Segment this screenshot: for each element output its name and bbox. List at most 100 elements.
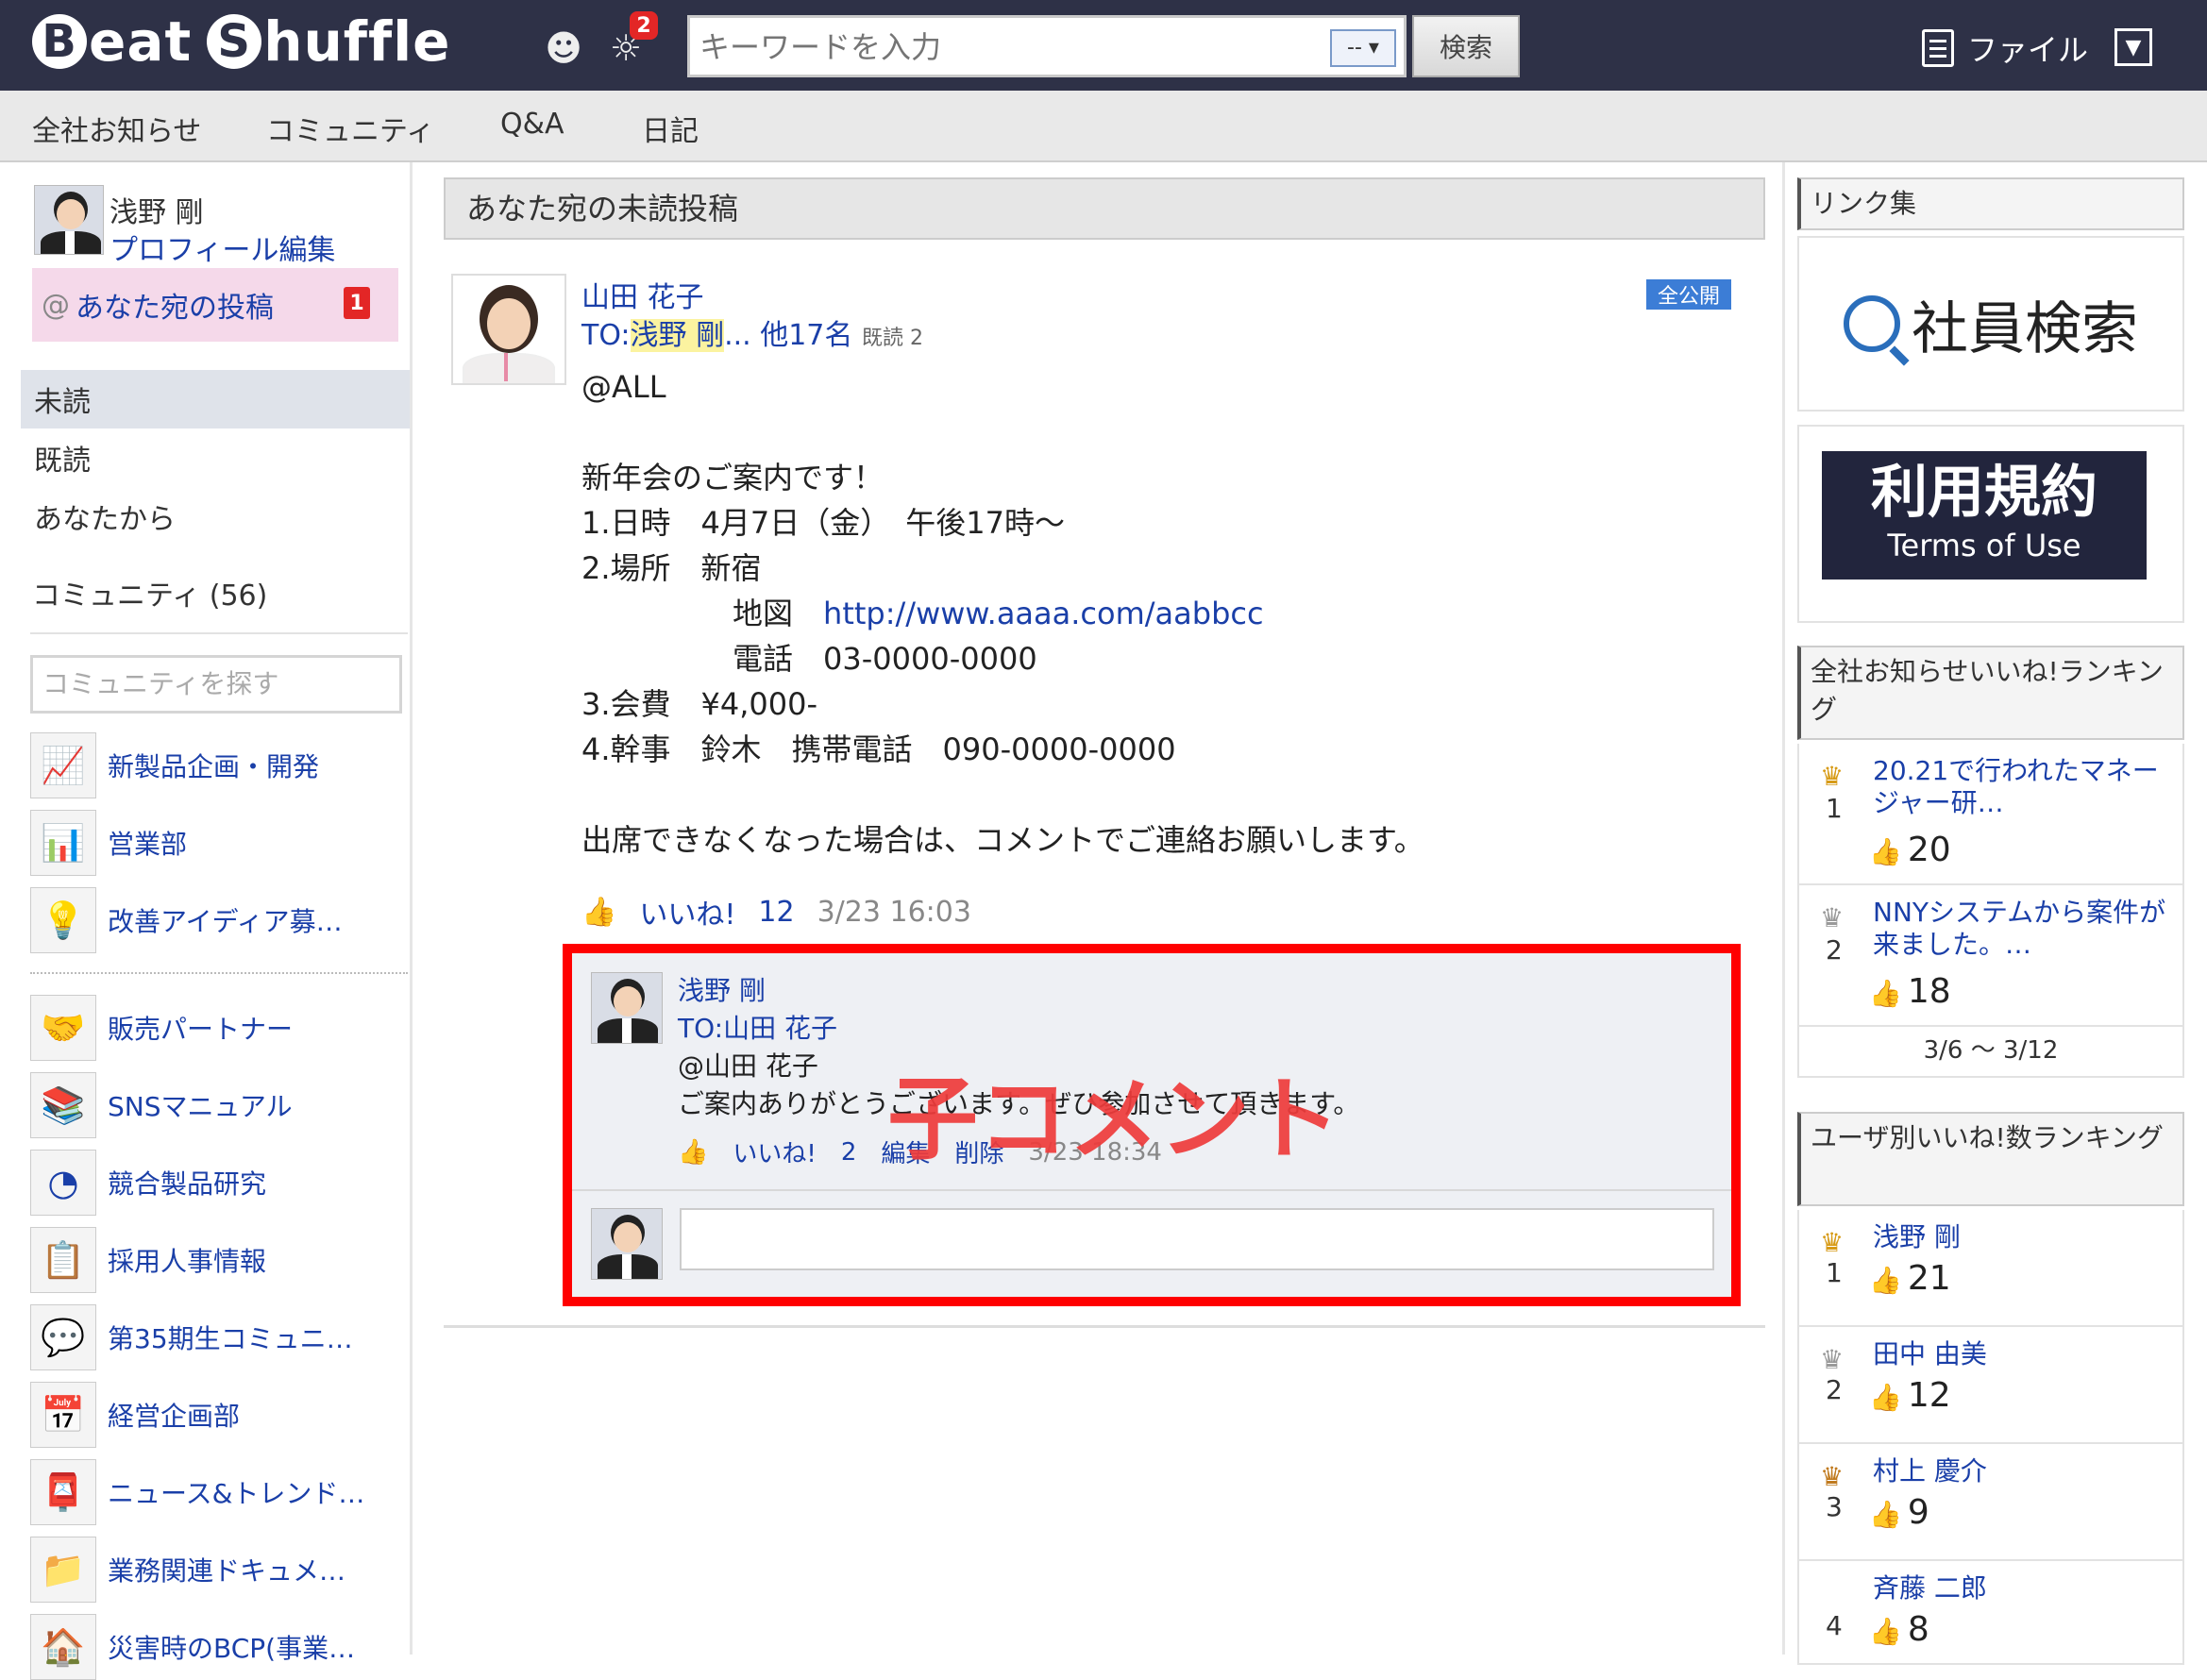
community-item[interactable]: 📮 ニュース&トレンド… xyxy=(30,1459,364,1525)
profile-edit-link[interactable]: プロフィール編集 xyxy=(110,227,335,268)
like-button[interactable]: いいね! xyxy=(639,891,735,932)
community-item[interactable]: 💬 第35期生コミュニ… xyxy=(30,1304,353,1370)
chevron-down-icon: ▼ xyxy=(2125,35,2142,59)
mentions-link[interactable]: @ あなた宛の投稿 1 xyxy=(32,268,398,342)
notification-badge: 2 xyxy=(630,11,658,40)
right-separator xyxy=(1782,162,1785,1655)
more-recipients-link[interactable]: ... 他17名 xyxy=(724,319,852,352)
ranking-title-link[interactable]: 20.21で行われたマネージャー研… xyxy=(1873,755,2175,819)
top-bar: BeatShuffle ☻ ☼ 2 -- ▾ 検索 ファイル ▼ xyxy=(0,0,2207,91)
rank-number: 1 xyxy=(1826,793,1843,824)
comment-recipient[interactable]: TO:山田 花子 xyxy=(678,1008,837,1046)
file-icon xyxy=(1922,29,1954,67)
employee-search-banner[interactable]: 社員検索 xyxy=(1797,236,2184,412)
reply-input[interactable] xyxy=(680,1208,1714,1270)
filter-read[interactable]: 既読 xyxy=(21,428,410,487)
community-item[interactable]: 📋 採用人事情報 xyxy=(30,1227,266,1293)
nav-item-announcements[interactable]: 全社お知らせ xyxy=(32,108,201,149)
notice-ranking-title: 全社お知らせいいね!ランキング xyxy=(1797,646,2184,740)
search-button[interactable]: 検索 xyxy=(1412,15,1520,77)
post-line: @ALL xyxy=(581,369,666,405)
ranking-likes: 👍 8 xyxy=(1869,1610,1929,1649)
users-icon[interactable]: ☻ xyxy=(542,26,585,70)
community-item[interactable]: 📈 新製品企画・開発 xyxy=(30,732,319,798)
community-item[interactable]: 🏠 災害時のBCP(事業… xyxy=(30,1614,355,1680)
post-line: 2.場所 新宿 xyxy=(581,550,762,586)
filter-unread[interactable]: 未読 xyxy=(21,370,410,428)
search-input[interactable] xyxy=(699,27,1247,67)
post-recipients: TO:浅野 剛... 他17名 既読 2 xyxy=(581,311,923,353)
handshake-icon: 🤝 xyxy=(30,995,96,1061)
profile-name[interactable]: 浅野 剛 xyxy=(110,189,204,230)
community-name: 災害時のBCP(事業… xyxy=(108,1633,356,1664)
avatar[interactable] xyxy=(34,185,104,255)
mentions-label: あなた宛の投稿 xyxy=(76,292,274,325)
rank-number: 3 xyxy=(1826,1491,1843,1522)
like-count[interactable]: 12 xyxy=(758,896,794,929)
community-item[interactable]: 📚 SNSマニュアル xyxy=(30,1072,293,1138)
comment-like-button[interactable]: いいね! xyxy=(733,1134,816,1169)
ranking-item: ♛ 1 20.21で行われたマネージャー研… 👍 20 xyxy=(1797,744,2184,885)
thumbs-up-icon: 👍 xyxy=(1869,1499,1902,1530)
mentions-badge: 1 xyxy=(344,287,370,319)
terms-banner-box: 利用規約 Terms of Use xyxy=(1797,425,2184,623)
rank-number: 2 xyxy=(1826,1374,1843,1405)
filter-from-you[interactable]: あなたから xyxy=(21,487,410,546)
thumbs-up-icon: 👍 xyxy=(678,1137,709,1167)
comment-like-count[interactable]: 2 xyxy=(841,1138,857,1167)
community-name: 採用人事情報 xyxy=(108,1246,267,1277)
post-body: @ALL 新年会のご案内です！ 1.日時 4月7日（金） 午後17時〜 2.場所… xyxy=(581,364,1424,863)
map-link[interactable]: http://www.aaaa.com/aabbcc xyxy=(823,596,1264,631)
community-item[interactable]: 🤝 販売パートナー xyxy=(30,995,293,1061)
likes-value: 18 xyxy=(1907,972,1951,1011)
avatar[interactable] xyxy=(591,972,663,1044)
comment-author[interactable]: 浅野 剛 xyxy=(678,970,766,1008)
search-scope-select[interactable]: -- ▾ xyxy=(1330,29,1396,67)
ranking-title-link[interactable]: NNYシステムから案件が来ました。… xyxy=(1873,897,2175,961)
post-timestamp: 3/23 16:03 xyxy=(817,895,971,929)
app-logo[interactable]: Beat Shuffle xyxy=(32,9,450,74)
thumbs-up-icon: 👍 xyxy=(1869,1382,1902,1413)
community-item[interactable]: ◔ 競合製品研究 xyxy=(30,1150,266,1216)
crown-icon: ♛ xyxy=(1820,1227,1845,1258)
community-item[interactable]: 📊 営業部 xyxy=(30,810,187,876)
community-search-input[interactable]: コミュニティを探す xyxy=(30,655,402,714)
post-author[interactable]: 山田 花子 xyxy=(581,274,704,315)
post-line: 4.幹事 鈴木 携帯電話 090-0000-0000 xyxy=(581,731,1176,767)
avatar[interactable] xyxy=(451,274,566,385)
nav-item-diary[interactable]: 日記 xyxy=(642,108,699,149)
rank-number: 2 xyxy=(1826,934,1843,966)
community-name: 第35期生コミュニ… xyxy=(108,1323,353,1354)
visibility-badge: 全公開 xyxy=(1646,279,1731,310)
search-scope-value: -- xyxy=(1347,36,1362,59)
terms-jp-label: 利用規約 xyxy=(1871,460,2097,526)
community-item[interactable]: 📅 経営企画部 xyxy=(30,1382,240,1448)
ranking-user-link[interactable]: 田中 由美 xyxy=(1873,1338,2175,1370)
community-item[interactable]: 💡 改善アイディア募… xyxy=(30,887,343,953)
thumbs-up-icon: 👍 xyxy=(1869,1265,1902,1296)
ranking-user-link[interactable]: 斉藤 二郎 xyxy=(1873,1572,2175,1604)
community-item[interactable]: 📁 業務関連ドキュメ… xyxy=(30,1537,345,1603)
recipient-link[interactable]: 浅野 剛 xyxy=(630,319,725,352)
map-label: 地図 xyxy=(733,596,794,631)
tel-label: 電話 xyxy=(733,641,794,677)
menu-dropdown-button[interactable]: ▼ xyxy=(2114,28,2152,66)
ranking-likes: 👍 20 xyxy=(1869,831,1951,869)
likes-value: 12 xyxy=(1907,1376,1951,1415)
divider xyxy=(30,972,408,974)
terms-of-use-banner[interactable]: 利用規約 Terms of Use xyxy=(1822,451,2147,580)
calendar-icon: 📅 xyxy=(30,1382,96,1448)
avatar xyxy=(591,1208,663,1280)
thumbs-up-icon: 👍 xyxy=(581,895,617,929)
rank-number: 4 xyxy=(1826,1610,1843,1641)
crown-icon: ♛ xyxy=(1820,902,1845,933)
ranking-user-link[interactable]: 浅野 剛 xyxy=(1873,1221,2175,1253)
ranking-user-link[interactable]: 村上 慶介 xyxy=(1873,1455,2175,1487)
nav-item-qa[interactable]: Q&A xyxy=(500,108,564,141)
file-menu[interactable]: ファイル xyxy=(1922,26,2088,70)
books-icon: 📚 xyxy=(30,1072,96,1138)
mailbox-icon: 📮 xyxy=(30,1459,96,1525)
nav-item-community[interactable]: コミュニティ xyxy=(266,108,434,149)
folder-icon: 📁 xyxy=(30,1537,96,1603)
terms-en-label: Terms of Use xyxy=(1887,528,2081,563)
